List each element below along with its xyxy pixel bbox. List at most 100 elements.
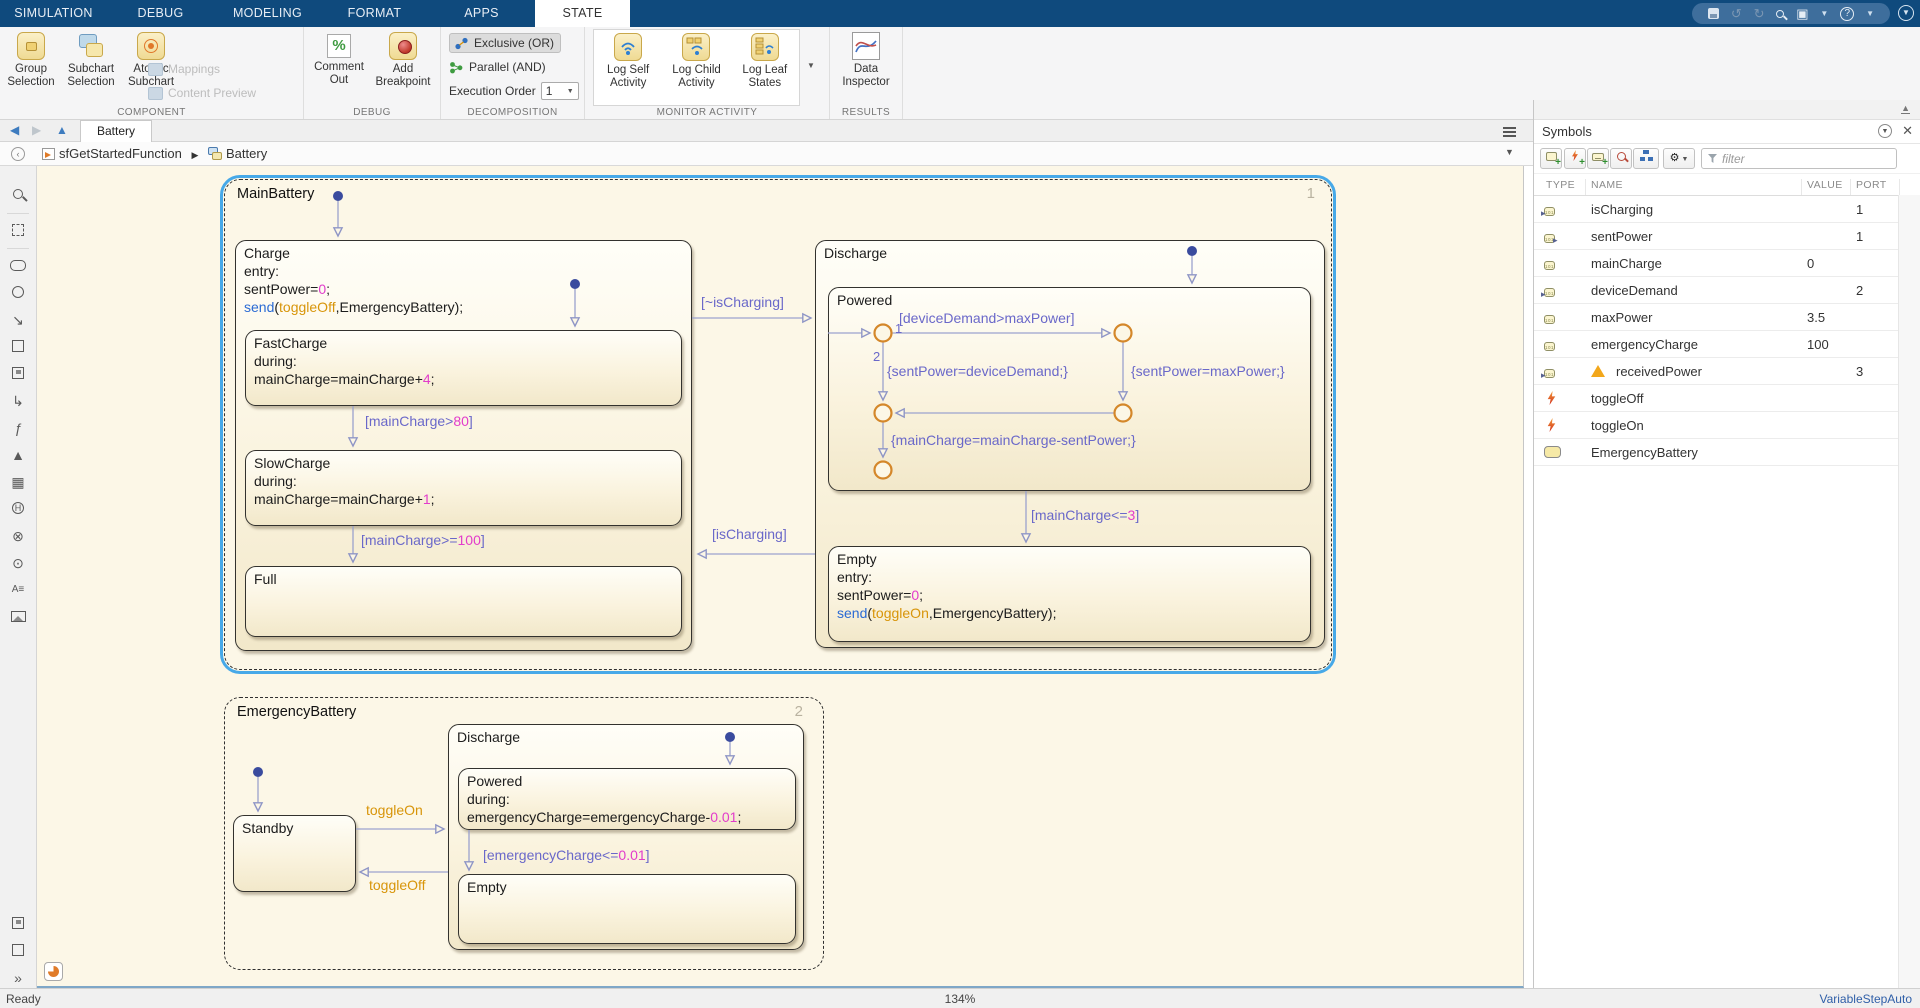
collapse-panel-icon[interactable]: ▲ [1901,104,1910,114]
resolve-symbols-button[interactable] [1610,148,1632,169]
screenshot-icon[interactable] [8,914,28,934]
breadcrumb-chart[interactable]: Battery [226,146,267,161]
zoom-icon[interactable] [8,186,28,206]
breadcrumb-expand-icon[interactable]: ▼ [1505,147,1514,157]
parallel-and-button[interactable]: Parallel (AND) [449,57,546,77]
settings-button[interactable]: ⚙ ▼ [1663,148,1695,169]
table-row[interactable]: 101 maxPower3.5 [1534,304,1920,331]
breadcrumb-model[interactable]: sfGetStartedFunction [59,146,182,161]
execution-order-select[interactable]: 1▼ [541,82,579,100]
close-icon[interactable]: ✕ [1902,123,1913,139]
table-row[interactable]: EmergencyBattery [1534,439,1920,466]
table-row[interactable]: toggleOn [1534,412,1920,439]
redo-icon[interactable]: ↻ [1754,3,1765,24]
compare-icon[interactable]: ▣ [1796,3,1808,24]
transition-label[interactable]: [isCharging] [712,526,787,542]
group-selection-button[interactable]: Group Selection [0,32,62,88]
subchart-tool-icon[interactable] [8,364,28,384]
help-icon[interactable]: ? [1840,7,1854,21]
state-fastcharge[interactable]: FastCharge during: mainCharge=mainCharge… [245,330,682,406]
state-slowcharge[interactable]: SlowCharge during: mainCharge=mainCharge… [245,450,682,526]
state-full[interactable]: Full [245,566,682,637]
state-title[interactable]: EmergencyBattery [237,704,356,720]
default-transition-tool-icon[interactable]: ↘ [8,310,28,330]
transition-label[interactable]: [deviceDemand>maxPower] [899,310,1074,326]
transition-label[interactable]: [emergencyCharge<=0.01] [483,847,650,863]
search-icon[interactable] [1776,10,1784,18]
minimize-ribbon-icon[interactable]: ▼ [1898,5,1914,21]
exclusive-or-button[interactable]: Exclusive (OR) [449,33,561,53]
comment-out-button[interactable]: % Comment Out [308,32,370,86]
hierarchy-view-button[interactable] [1633,148,1659,169]
data-inspector-button[interactable]: Data Inspector [835,32,897,88]
junction-tool-icon[interactable] [8,283,28,303]
document-tab-battery[interactable]: Battery [80,120,152,142]
add-event-button[interactable] [1564,148,1586,169]
state-tool-icon[interactable] [8,256,28,276]
log-self-activity-button[interactable]: Log Self Activity [595,30,661,105]
truth-table-tool-icon[interactable]: ▦ [8,472,28,492]
panel-scroll-strip[interactable] [1898,195,1920,988]
compare-dropdown-icon[interactable]: ▼ [1820,9,1828,18]
transition-order-label[interactable]: 1 [895,321,902,336]
link-tool-icon[interactable]: ↳ [8,391,28,411]
history-junction-tool-icon[interactable]: H [8,499,28,519]
state-empty-main[interactable]: Empty entry: sentPower=0; send(toggleOn,… [828,546,1311,642]
subchart-selection-button[interactable]: Subchart Selection [60,32,122,88]
entry-junction-tool-icon[interactable]: ⊙ [8,553,28,573]
table-row[interactable]: 101▸ deviceDemand2 [1534,277,1920,304]
tab-modeling[interactable]: MODELING [214,0,321,27]
table-row[interactable]: toggleOff [1534,385,1920,412]
panel-menu-icon[interactable]: ▼ [1878,124,1892,138]
undo-icon[interactable]: ↺ [1731,3,1742,24]
transition-label[interactable]: [mainCharge>=100] [361,532,485,548]
tab-simulation[interactable]: SIMULATION [0,0,107,27]
annotation-tool-icon[interactable]: A≡ [8,580,28,600]
function-tool-icon[interactable]: ƒ [8,418,28,438]
state-empty-emergency[interactable]: Empty [458,874,796,944]
transition-order-label[interactable]: 2 [873,349,880,364]
help-dropdown-icon[interactable]: ▼ [1866,9,1874,18]
forward-icon[interactable]: ▶ [32,123,41,137]
box-tool-icon[interactable] [8,337,28,357]
save-icon[interactable] [1708,8,1719,19]
filter-input[interactable] [1722,152,1872,166]
stateflow-canvas[interactable]: MainBattery 1 Charge entry: sentPower=0;… [37,166,1524,988]
add-message-button[interactable] [1587,148,1609,169]
state-powered-emergency[interactable]: Powered during: emergencyCharge=emergenc… [458,768,796,830]
expand-toolbar-icon[interactable]: » [8,968,28,988]
transition-label[interactable]: {mainCharge=mainCharge-sentPower;} [891,432,1136,448]
table-row[interactable]: 101 mainCharge0 [1534,250,1920,277]
table-row[interactable]: 101▸ isCharging1 [1534,196,1920,223]
image-tool-icon[interactable] [8,607,28,627]
transition-label[interactable]: [~isCharging] [701,294,784,310]
matlab-function-tool-icon[interactable]: ▲ [8,445,28,465]
transition-label[interactable]: toggleOn [366,802,423,818]
transition-label[interactable]: toggleOff [369,877,426,893]
transition-label[interactable]: [mainCharge>80] [365,413,473,429]
table-row[interactable]: 101 emergencyCharge100 [1534,331,1920,358]
tab-state[interactable]: STATE [535,0,630,27]
log-child-activity-button[interactable]: Log Child Activity [663,30,729,105]
model-advisor-icon[interactable] [8,941,28,961]
monitor-more-dropdown-icon[interactable]: ▼ [807,61,815,70]
table-row[interactable]: 101▸ sentPower1 [1534,223,1920,250]
exit-junction-tool-icon[interactable]: ⊗ [8,526,28,546]
transition-label[interactable]: {sentPower=maxPower;} [1131,363,1285,379]
content-preview-button[interactable]: Content Preview [148,83,268,103]
tab-debug[interactable]: DEBUG [107,0,214,27]
tab-format[interactable]: FORMAT [321,0,428,27]
log-leaf-states-button[interactable]: Log Leaf States [732,30,798,105]
solver-badge[interactable]: VariableStepAuto [1819,992,1912,1006]
state-standby[interactable]: Standby [233,815,356,892]
stateflow-badge-icon[interactable] [44,962,63,981]
explorer-toggle-icon[interactable]: ‹ [11,147,25,161]
fit-to-view-icon[interactable] [8,221,28,241]
mappings-button[interactable]: Mappings [148,59,268,79]
state-title[interactable]: MainBattery [237,186,314,202]
transition-label[interactable]: [mainCharge<=3] [1031,507,1139,523]
tab-list-icon[interactable] [1503,127,1516,139]
up-icon[interactable]: ▲ [56,123,68,137]
zoom-level[interactable]: 134% [945,992,976,1006]
add-breakpoint-button[interactable]: Add Breakpoint [372,32,434,88]
